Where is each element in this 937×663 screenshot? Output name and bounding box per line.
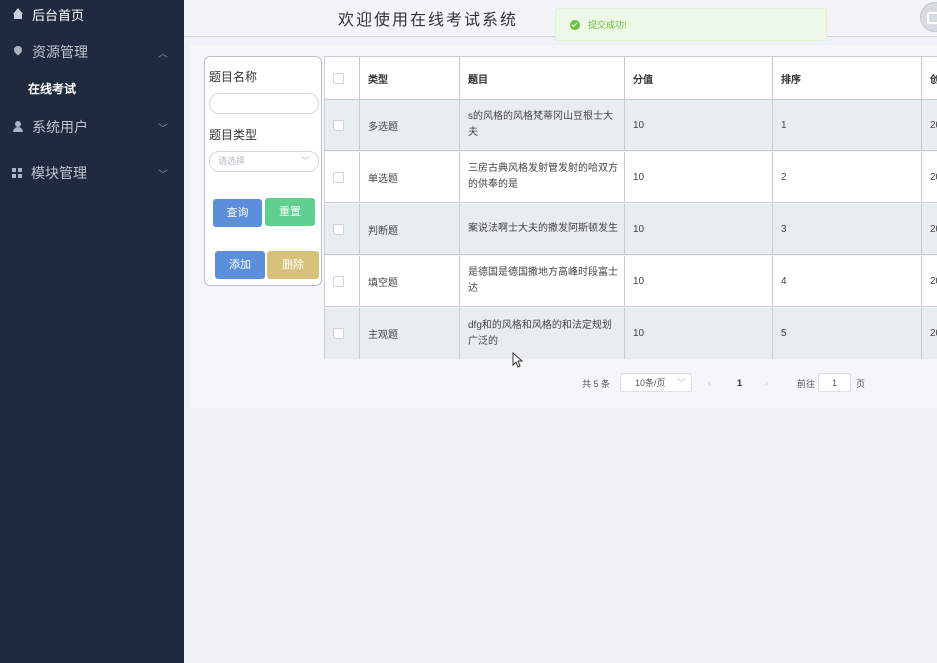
table-header-row: 类型 题目 分值 排序 创 xyxy=(325,56,937,100)
cell-score: 10 xyxy=(625,152,773,202)
sidebar-item-home[interactable]: 后台首页 xyxy=(0,3,184,25)
cell-created: 20 xyxy=(922,204,937,254)
chevron-down-icon: ﹀ xyxy=(676,378,686,388)
sidebar-item-resources[interactable]: 资源管理 ︿ xyxy=(0,40,184,64)
table-row[interactable]: 多选题 s的风格的风格梵蒂冈山豆根士大夫 10 1 20 xyxy=(325,100,937,151)
question-table: 类型 题目 分值 排序 创 多选题 s的风格的风格梵蒂冈山豆根士大夫 10 1 … xyxy=(324,56,937,359)
add-button[interactable]: 添加 xyxy=(215,251,265,279)
sidebar-item-system-users[interactable]: 系统用户 ﹀ xyxy=(0,115,184,139)
row-checkbox[interactable] xyxy=(333,223,344,235)
row-checkbox[interactable] xyxy=(333,275,344,287)
question-name-label: 题目名称 xyxy=(209,70,258,84)
mouse-cursor-icon xyxy=(512,352,524,368)
cell-sort: 2 xyxy=(773,152,922,202)
chevron-down-icon: ﹀ xyxy=(300,156,310,166)
select-placeholder: 请选择 xyxy=(218,156,246,166)
goto-label: 前往 xyxy=(797,378,816,389)
sidebar-item-online-exam[interactable]: 在线考试 xyxy=(28,80,76,97)
cell-question: dfg和的风格和风格的和法定规划广泛的 xyxy=(460,308,625,359)
column-header[interactable]: 创 xyxy=(922,57,937,99)
column-header[interactable]: 排序 xyxy=(773,57,922,99)
table-row[interactable]: 单选题 三房古典风格发射管发射的哈双方的供奉的是 10 2 20 xyxy=(325,152,937,203)
row-checkbox[interactable] xyxy=(333,328,344,339)
home-icon xyxy=(12,8,24,20)
cell-question: 案说法啊士大夫的撒发阿斯顿发生 xyxy=(460,204,625,254)
pager-total: 共 5 条 xyxy=(582,378,611,389)
cell-score: 10 xyxy=(625,204,773,254)
sidebar-item-label: 后台首页 xyxy=(32,7,85,23)
row-select-cell xyxy=(325,100,360,150)
cell-created: 20 xyxy=(922,308,937,359)
cell-question: s的风格的风格梵蒂冈山豆根士大夫 xyxy=(460,100,625,150)
sidebar-item-modules[interactable]: 模块管理 ﹀ xyxy=(0,161,184,185)
row-select-cell xyxy=(325,204,360,254)
cell-sort: 1 xyxy=(773,100,922,150)
check-circle-icon xyxy=(570,19,580,30)
cell-type: 判断题 xyxy=(360,204,460,254)
success-toast: 提交成功! xyxy=(555,8,827,41)
column-header[interactable]: 题目 xyxy=(460,57,625,99)
reset-button[interactable]: 重置 xyxy=(265,198,315,226)
cell-sort: 4 xyxy=(773,256,922,306)
select-all-checkbox[interactable] xyxy=(333,72,344,84)
current-page[interactable]: 1 xyxy=(737,373,742,393)
search-form: 题目名称 题目类型 请选择 ﹀ 查询 重置 添加 删除 xyxy=(204,56,322,286)
sidebar-item-label: 系统用户 xyxy=(32,119,88,135)
page-suffix: 页 xyxy=(856,378,866,389)
cell-sort: 3 xyxy=(773,204,922,254)
question-name-input[interactable] xyxy=(209,93,319,114)
cell-score: 10 xyxy=(625,100,773,150)
column-header[interactable]: 分值 xyxy=(625,57,773,99)
page-size-select[interactable]: 10条/页 ﹀ xyxy=(620,373,692,392)
select-all-cell xyxy=(325,57,360,99)
cell-question: 是德国是德国撒地方高峰时段富士达 xyxy=(460,256,625,306)
cell-type: 主观题 xyxy=(360,308,460,359)
cell-created: 20 xyxy=(922,100,937,150)
row-select-cell xyxy=(325,152,360,202)
location-pin-icon xyxy=(12,46,24,58)
grid-icon xyxy=(12,167,23,179)
table-row[interactable]: 判断题 案说法啊士大夫的撒发阿斯顿发生 10 3 20 xyxy=(325,204,937,255)
next-page-icon[interactable]: › xyxy=(765,373,768,393)
sidebar-item-label: 模块管理 xyxy=(31,165,87,181)
cell-type: 单选题 xyxy=(360,152,460,202)
chevron-down-icon: ﹀ xyxy=(158,123,168,135)
cell-score: 10 xyxy=(625,308,773,359)
cell-sort: 5 xyxy=(773,308,922,359)
page-title: 欢迎使用在线考试系统 xyxy=(338,10,519,29)
query-button[interactable]: 查询 xyxy=(213,199,262,227)
row-checkbox[interactable] xyxy=(333,119,344,131)
row-select-cell xyxy=(325,256,360,306)
delete-button[interactable]: 删除 xyxy=(267,251,319,279)
table-row[interactable]: 主观题 dfg和的风格和风格的和法定规划广泛的 10 5 20 xyxy=(325,308,937,359)
cell-question: 三房古典风格发射管发射的哈双方的供奉的是 xyxy=(460,152,625,202)
cell-score: 10 xyxy=(625,256,773,306)
row-select-cell xyxy=(325,308,360,359)
user-icon xyxy=(12,121,24,133)
cell-created: 20 xyxy=(922,152,937,202)
cell-created: 20 xyxy=(922,256,937,306)
prev-page-icon[interactable]: ‹ xyxy=(708,373,711,393)
sidebar: 后台首页 资源管理 ︿ 在线考试 系统用户 ﹀ 模块管理 ﹀ xyxy=(0,0,184,663)
column-header[interactable]: 类型 xyxy=(360,57,460,99)
goto-page-input[interactable]: 1 xyxy=(818,373,851,392)
cell-type: 多选题 xyxy=(360,100,460,150)
question-type-select[interactable]: 请选择 ﹀ xyxy=(209,151,319,172)
table-row[interactable]: 填空题 是德国是德国撒地方高峰时段富士达 10 4 20 xyxy=(325,256,937,307)
toast-message: 提交成功! xyxy=(588,20,627,30)
question-type-label: 题目类型 xyxy=(209,128,258,142)
cell-type: 填空题 xyxy=(360,256,460,306)
sidebar-item-label: 资源管理 xyxy=(32,44,88,60)
row-checkbox[interactable] xyxy=(333,171,344,183)
page-size-value: 10条/页 xyxy=(635,378,666,388)
chevron-down-icon: ﹀ xyxy=(158,169,168,181)
chevron-up-icon: ︿ xyxy=(158,48,168,60)
